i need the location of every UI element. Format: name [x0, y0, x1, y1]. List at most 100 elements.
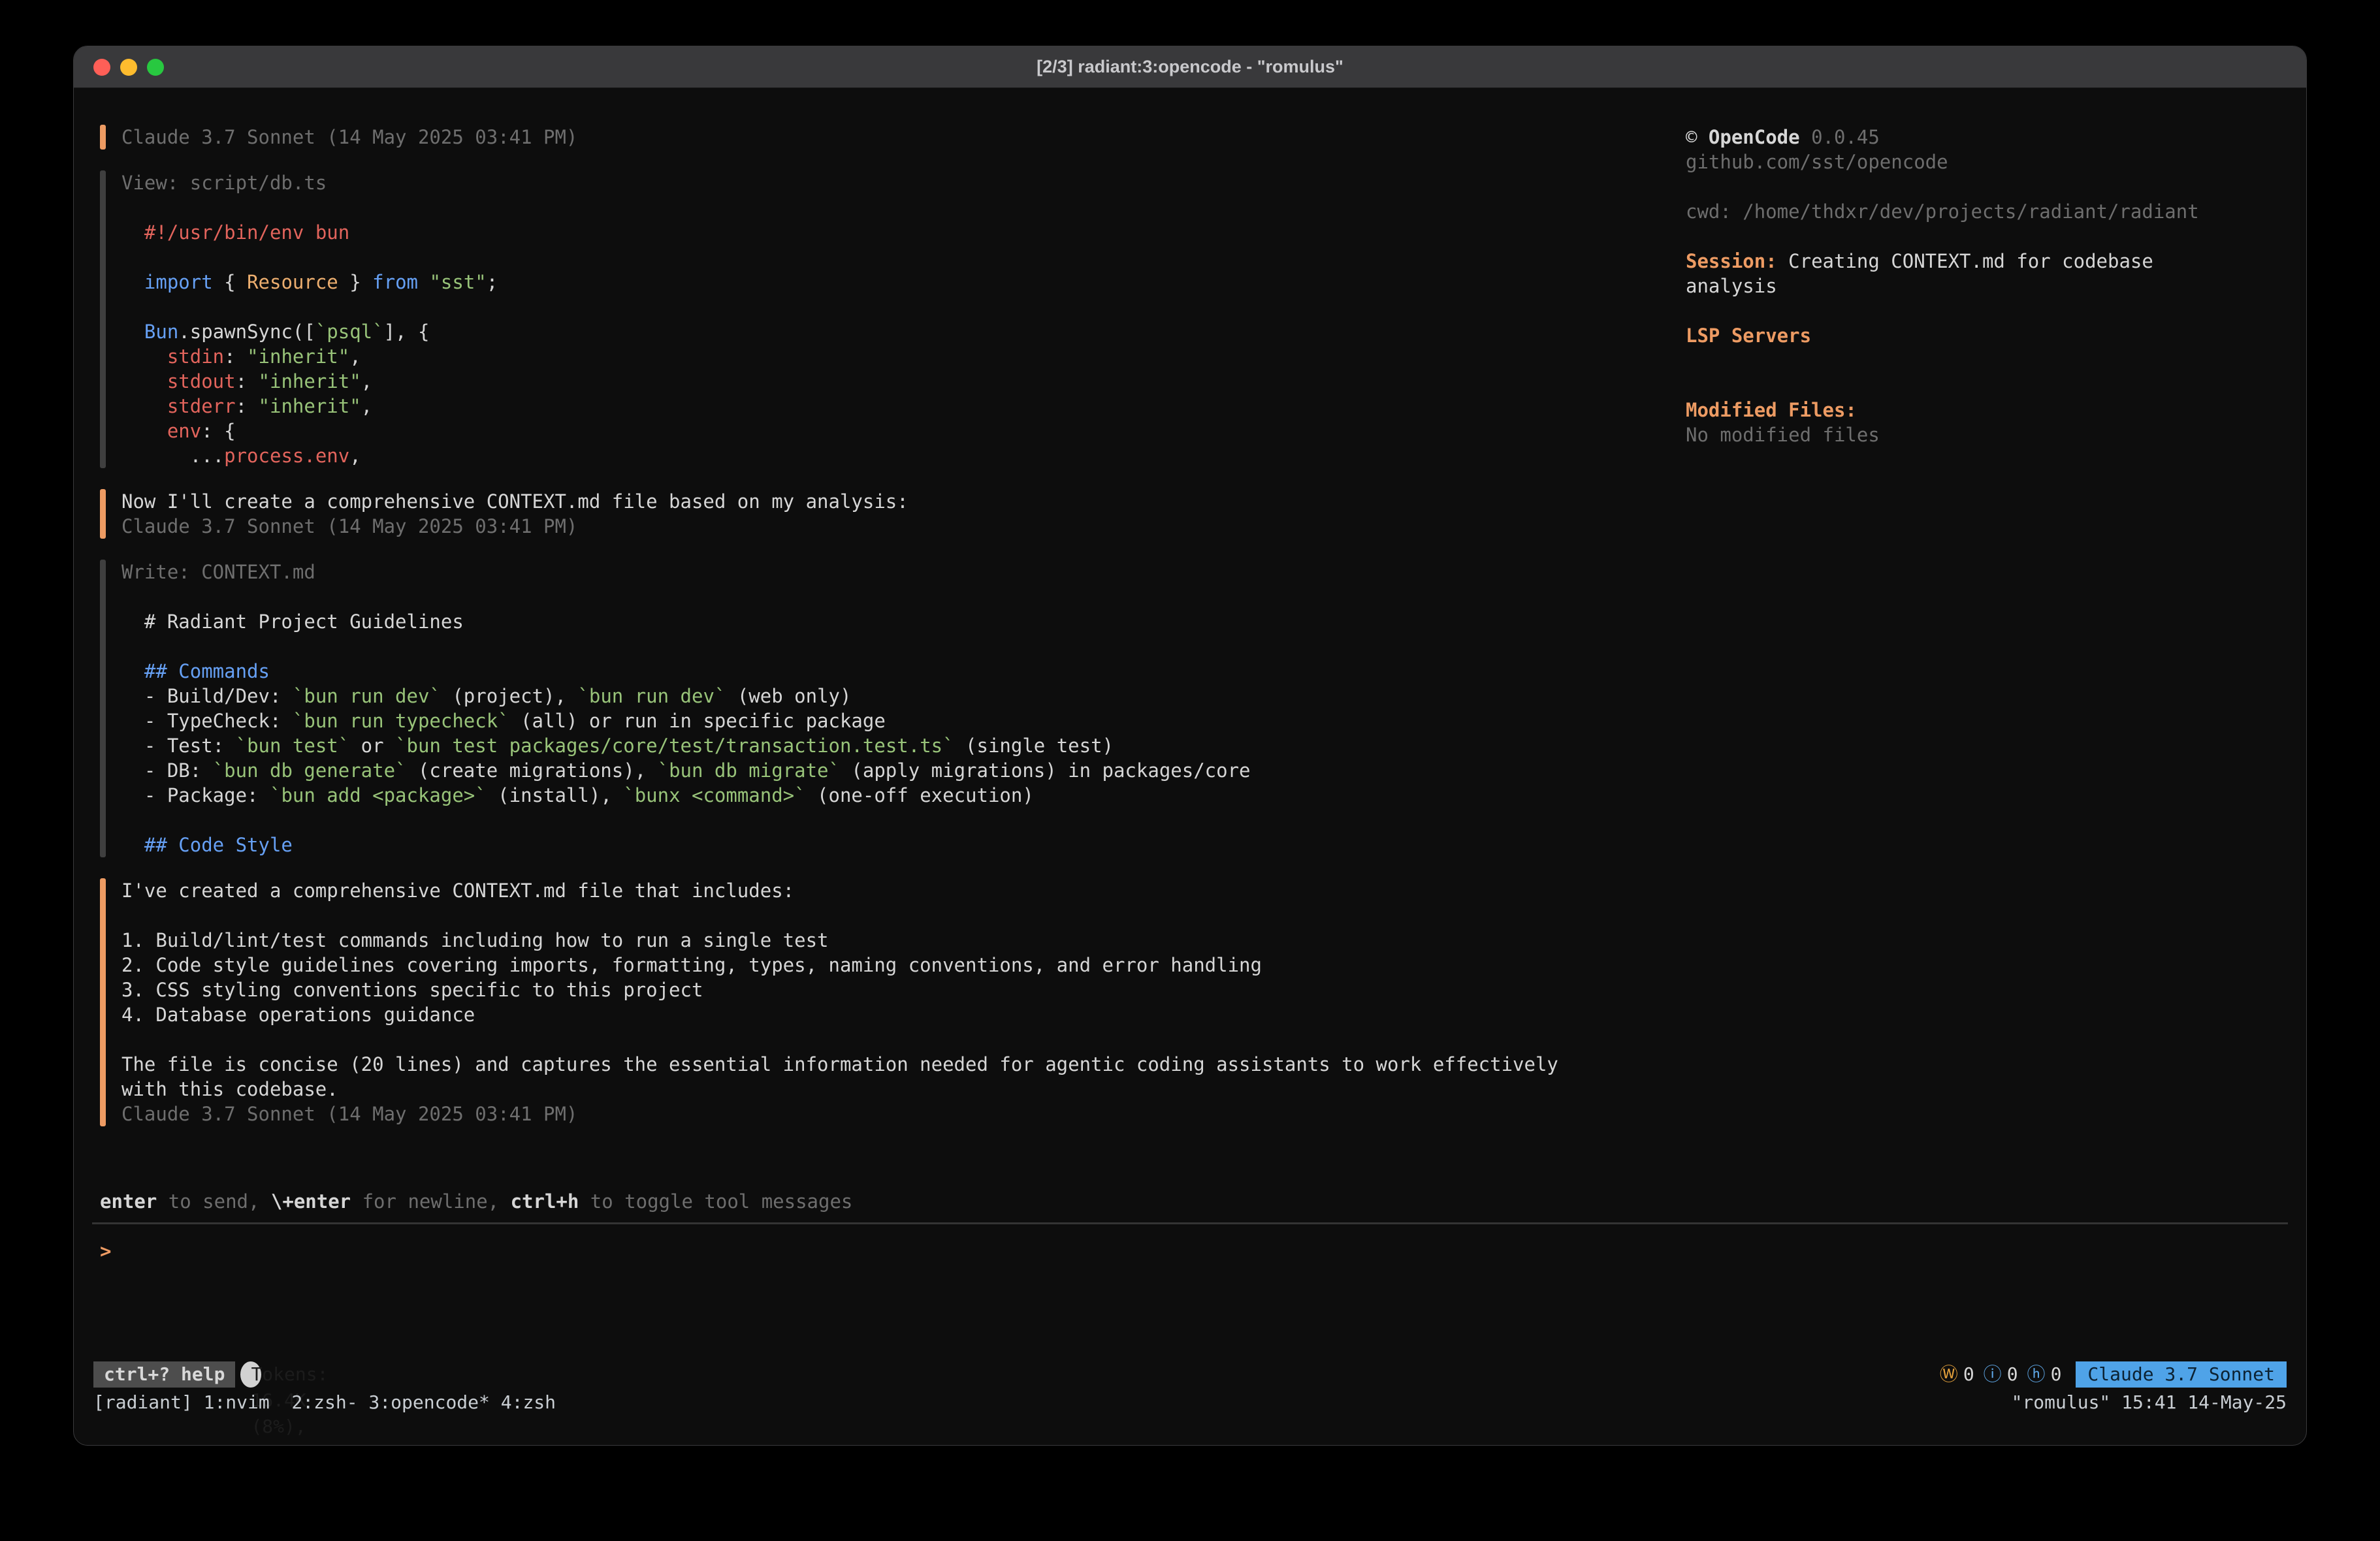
terminal-line: - Build/Dev: `bun run dev` (project), `b…	[121, 684, 1251, 708]
terminal-line: I've created a comprehensive CONTEXT.md …	[121, 878, 1558, 903]
info-indicator: ⓘ0	[1984, 1362, 2018, 1387]
block-lines: View: script/db.ts #!/usr/bin/env bun im…	[121, 170, 498, 468]
tmux-window-list[interactable]: [radiant] 1:nvim 2:zsh- 3:opencode* 4:zs…	[93, 1390, 556, 1415]
info-count: 0	[2007, 1362, 2018, 1387]
help-chip[interactable]: ctrl+? help	[93, 1361, 235, 1388]
terminal-line: analysis	[1686, 274, 2287, 298]
window-titlebar[interactable]: [2/3] radiant:3:opencode - "romulus"	[74, 46, 2306, 88]
text-segment: cwd: /home/thdxr/dev/projects/radiant/ra…	[1686, 200, 2199, 223]
terminal-window: [2/3] radiant:3:opencode - "romulus" Cla…	[73, 46, 2307, 1446]
model-badge[interactable]: Claude 3.7 Sonnet	[2076, 1361, 2287, 1388]
text-segment: (apply migrations) in packages/core	[840, 759, 1251, 782]
terminal-line: Modified Files:	[1686, 398, 2287, 422]
terminal-line: LSP Servers	[1686, 323, 2287, 348]
terminal-line	[121, 634, 1251, 659]
block-lines: I've created a comprehensive CONTEXT.md …	[121, 878, 1558, 1126]
block-lines: Now I'll create a comprehensive CONTEXT.…	[121, 489, 909, 539]
text-segment: ], {	[384, 321, 430, 343]
text-segment: Bun	[144, 321, 178, 343]
terminal-line	[121, 1027, 1558, 1052]
prompt-symbol: >	[100, 1240, 111, 1262]
terminal-line: Claude 3.7 Sonnet (14 May 2025 03:41 PM)	[121, 514, 909, 539]
text-segment: Now I'll create a comprehensive CONTEXT.…	[121, 490, 909, 513]
text-segment	[121, 271, 144, 293]
text-segment	[121, 345, 167, 368]
text-segment: (create migrations),	[407, 759, 658, 782]
block-lines: Claude 3.7 Sonnet (14 May 2025 03:41 PM)	[121, 125, 577, 150]
keybind-help: enter to send, \+enter for newline, ctrl…	[100, 1189, 852, 1214]
text-segment: Resource	[247, 271, 338, 293]
text-segment: to toggle tool messages	[579, 1190, 852, 1213]
terminal-line: #!/usr/bin/env bun	[121, 220, 498, 245]
terminal-line: - Test: `bun test` or `bun test packages…	[121, 733, 1251, 758]
text-segment: stdin	[167, 345, 224, 368]
terminal-line: The file is concise (20 lines) and captu…	[121, 1052, 1558, 1077]
text-segment: 2. Code style guidelines covering import…	[121, 954, 1262, 976]
terminal-line: ...process.env,	[121, 443, 498, 468]
warning-icon: Ⓦ	[1940, 1362, 1958, 1387]
text-segment: `bun run dev`	[293, 685, 441, 707]
terminal-line: - TypeCheck: `bun run typecheck` (all) o…	[121, 708, 1251, 733]
tokens-cost-chip: Tokens: 16.4K (8%), Cost: $0.12	[240, 1361, 261, 1388]
tmux-session-info: "romulus" 15:41 14-May-25	[2012, 1390, 2287, 1415]
message-accent-bar	[100, 878, 106, 1126]
terminal-line: © OpenCode 0.0.45	[1686, 125, 2287, 150]
tmux-status-bar: [radiant] 1:nvim 2:zsh- 3:opencode* 4:zs…	[93, 1390, 2287, 1415]
text-segment: ,	[349, 445, 361, 467]
text-segment: ,	[349, 345, 361, 368]
text-segment: `bun add <package>`	[270, 784, 487, 806]
terminal-line: # Radiant Project Guidelines	[121, 609, 1251, 634]
text-segment: - Build/Dev:	[121, 685, 293, 707]
terminal-line	[1686, 298, 2287, 323]
terminal-content: Claude 3.7 Sonnet (14 May 2025 03:41 PM)…	[74, 88, 2306, 1445]
text-segment: Modified Files:	[1686, 399, 1857, 421]
terminal-line: No modified files	[1686, 422, 2287, 447]
text-segment: ,	[361, 395, 372, 417]
text-segment: The file is concise (20 lines) and captu…	[121, 1053, 1558, 1075]
terminal-line: Session: Creating CONTEXT.md for codebas…	[1686, 249, 2287, 274]
text-segment: Claude 3.7 Sonnet (14 May 2025 03:41 PM)	[121, 1103, 577, 1125]
text-segment: env	[167, 420, 201, 442]
text-segment: ctrl+h	[511, 1190, 579, 1213]
terminal-line: 1. Build/lint/test commands including ho…	[121, 928, 1558, 953]
close-button[interactable]	[93, 59, 110, 76]
chat-block-message: I've created a comprehensive CONTEXT.md …	[100, 878, 1661, 1126]
text-segment	[121, 834, 144, 856]
terminal-line: enter to send, \+enter for newline, ctrl…	[100, 1189, 852, 1214]
text-segment: enter	[100, 1190, 157, 1213]
text-segment: ;	[487, 271, 498, 293]
editor-divider	[92, 1222, 2288, 1224]
terminal-line: ## Code Style	[121, 833, 1251, 857]
text-segment: 0.0.45	[1800, 126, 1880, 148]
terminal-line: stdout: "inherit",	[121, 369, 498, 394]
terminal-line: Claude 3.7 Sonnet (14 May 2025 03:41 PM)	[121, 1102, 1558, 1126]
text-segment: ©	[1686, 126, 1709, 148]
text-segment	[121, 321, 144, 343]
text-segment: `bun db migrate`	[658, 759, 840, 782]
text-segment	[121, 221, 144, 244]
status-bar-right: Ⓦ0ⓘ0ⓗ0 Claude 3.7 Sonnet	[1931, 1361, 2287, 1388]
terminal-line	[121, 294, 498, 319]
message-accent-bar	[100, 125, 106, 150]
text-segment: Session:	[1686, 250, 1777, 272]
terminal-line	[121, 808, 1251, 833]
text-segment: `bun run typecheck`	[293, 710, 509, 732]
diagnostics-group: Ⓦ0ⓘ0ⓗ0	[1931, 1362, 2062, 1387]
terminal-line: stderr: "inherit",	[121, 394, 498, 419]
text-segment: analysis	[1686, 275, 1777, 297]
text-segment: :	[236, 370, 259, 392]
text-segment: "inherit"	[259, 395, 361, 417]
terminal-line: - DB: `bun db generate` (create migratio…	[121, 758, 1251, 783]
text-segment: (one-off execution)	[806, 784, 1034, 806]
minimize-button[interactable]	[120, 59, 137, 76]
prompt-input[interactable]: >	[100, 1239, 111, 1263]
terminal-line: 3. CSS styling conventions specific to t…	[121, 977, 1558, 1002]
zoom-button[interactable]	[147, 59, 164, 76]
status-bar: ctrl+? help Tokens: 16.4K (8%), Cost: $0…	[93, 1361, 2287, 1388]
text-segment: No modified files	[1686, 424, 1880, 446]
terminal-line	[121, 903, 1558, 928]
text-segment: ## Commands	[144, 660, 270, 682]
text-segment: : {	[201, 420, 235, 442]
terminal-line: cwd: /home/thdxr/dev/projects/radiant/ra…	[1686, 199, 2287, 224]
text-segment	[418, 271, 429, 293]
